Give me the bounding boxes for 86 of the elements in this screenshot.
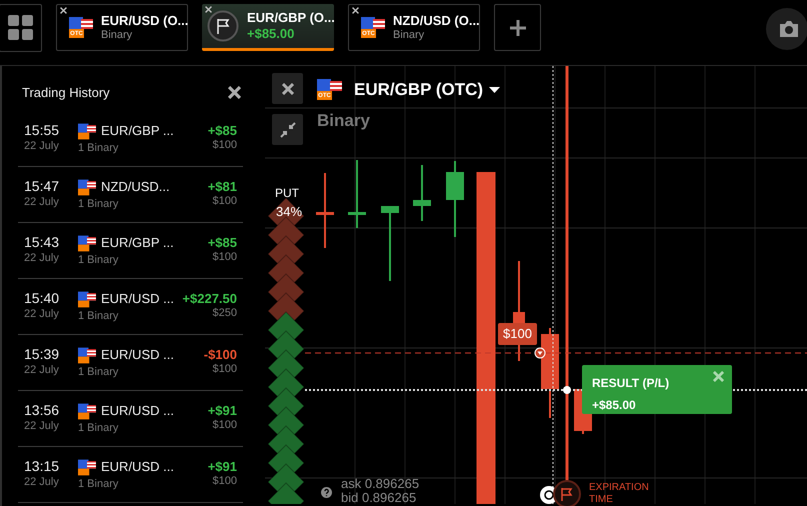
trade-type: 1 Binary — [78, 198, 120, 212]
candle — [413, 165, 431, 221]
trade-amount: $250 — [212, 307, 237, 321]
trade-type: 1 Binary — [78, 478, 120, 492]
tab-subtitle: Binary — [101, 28, 134, 42]
collapse-icon — [280, 122, 296, 138]
trade-date: 22 July — [24, 476, 60, 490]
trade-amount: $100 — [212, 251, 237, 265]
tab-subtitle: Binary — [393, 28, 426, 42]
grid-icon — [8, 15, 34, 41]
close-button[interactable] — [272, 73, 303, 104]
close-icon[interactable] — [352, 7, 359, 14]
trade-amount: $100 — [212, 139, 237, 153]
trade-amount: $100 — [212, 363, 237, 377]
asset-selector[interactable]: EUR/GBP (OTC) — [354, 77, 484, 102]
trade-amount: $100 — [212, 195, 237, 209]
trade-profit: -$100 — [204, 347, 237, 364]
close-icon — [282, 82, 294, 94]
result-title: RESULT (P/L) — [592, 375, 670, 392]
flag-icon — [78, 291, 96, 307]
add-tab-button[interactable] — [494, 4, 541, 51]
flag-icon — [78, 459, 96, 475]
trade-time: 15:55 — [24, 122, 60, 140]
trade-asset: EUR/USD ... — [101, 291, 174, 308]
trade-time: 15:47 — [24, 178, 60, 196]
trade-profit: +$91 — [208, 459, 237, 476]
trade-amount: $100 — [212, 419, 237, 433]
trade-date: 22 July — [24, 364, 60, 378]
trade-amount: $100 — [212, 475, 237, 489]
trade-profit: +$81 — [208, 179, 237, 196]
panel-title: Trading History — [22, 84, 110, 102]
collapse-button[interactable] — [272, 114, 303, 145]
asset-tab[interactable]: EUR/GBP (O... +$85.00 — [202, 4, 334, 51]
trade-type: 1 Binary — [78, 254, 120, 268]
trade-date: 22 July — [24, 420, 60, 434]
camera-button[interactable] — [766, 8, 807, 50]
expiration-label: EXPIRATION TIME — [589, 482, 650, 506]
trade-profit: +$85 — [208, 123, 237, 140]
close-icon[interactable] — [60, 7, 67, 14]
flag-icon — [78, 403, 96, 419]
price-dot — [563, 386, 571, 394]
bid-price: bid 0.896265 — [341, 491, 416, 504]
result-value: +$85.00 — [592, 397, 636, 414]
close-icon[interactable] — [228, 86, 241, 100]
flag-icon — [78, 235, 96, 251]
put-label: PUT — [275, 185, 299, 202]
trade-amount-tag: $100 — [498, 323, 537, 344]
trade-time: 15:39 — [24, 346, 60, 364]
help-icon — [321, 487, 332, 498]
trade-time: 13:15 — [24, 458, 60, 476]
caret-icon[interactable] — [489, 86, 500, 93]
trade-profit: +$227.50 — [182, 291, 237, 308]
trade-date: 22 July — [24, 140, 60, 154]
flag-icon — [78, 347, 96, 363]
trade-asset: EUR/USD ... — [101, 403, 174, 420]
trade-asset: EUR/GBP ... — [101, 235, 174, 252]
close-icon[interactable] — [205, 6, 212, 13]
trade-date: 22 July — [24, 308, 60, 322]
trade-time: 15:40 — [24, 290, 60, 308]
put-percentage: 34% — [276, 203, 302, 221]
trade-asset: EUR/USD ... — [101, 347, 174, 364]
tab-subtitle: +$85.00 — [247, 26, 296, 42]
trade-time: 13:56 — [24, 402, 60, 420]
tab-title: EUR/USD (O... — [101, 12, 188, 29]
trade-type: 1 Binary — [78, 366, 120, 380]
plus-icon — [510, 20, 526, 36]
flag-icon — [78, 179, 96, 195]
trade-type: 1 Binary — [78, 422, 120, 436]
grid-button[interactable] — [0, 4, 42, 52]
trade-type: 1 Binary — [78, 310, 120, 324]
trade-asset: EUR/USD ... — [101, 459, 174, 476]
camera-icon — [778, 20, 800, 38]
trade-asset: EUR/GBP ... — [101, 123, 174, 140]
trade-time: 15:43 — [24, 234, 60, 252]
candle — [348, 160, 366, 228]
trade-profit: +$85 — [208, 235, 237, 252]
trade-profit: +$91 — [208, 403, 237, 420]
trade-type: 1 Binary — [78, 142, 120, 156]
ask-price: ask 0.896265 — [341, 477, 420, 490]
instrument-label: Binary — [317, 110, 370, 132]
trade-asset: NZD/USD... — [101, 179, 170, 196]
tab-title: EUR/GBP (O... — [247, 10, 335, 26]
flag-icon — [78, 123, 96, 139]
trade-date: 22 July — [24, 252, 60, 266]
tab-title: NZD/USD (O... — [393, 12, 480, 29]
trade-date: 22 July — [24, 196, 60, 210]
